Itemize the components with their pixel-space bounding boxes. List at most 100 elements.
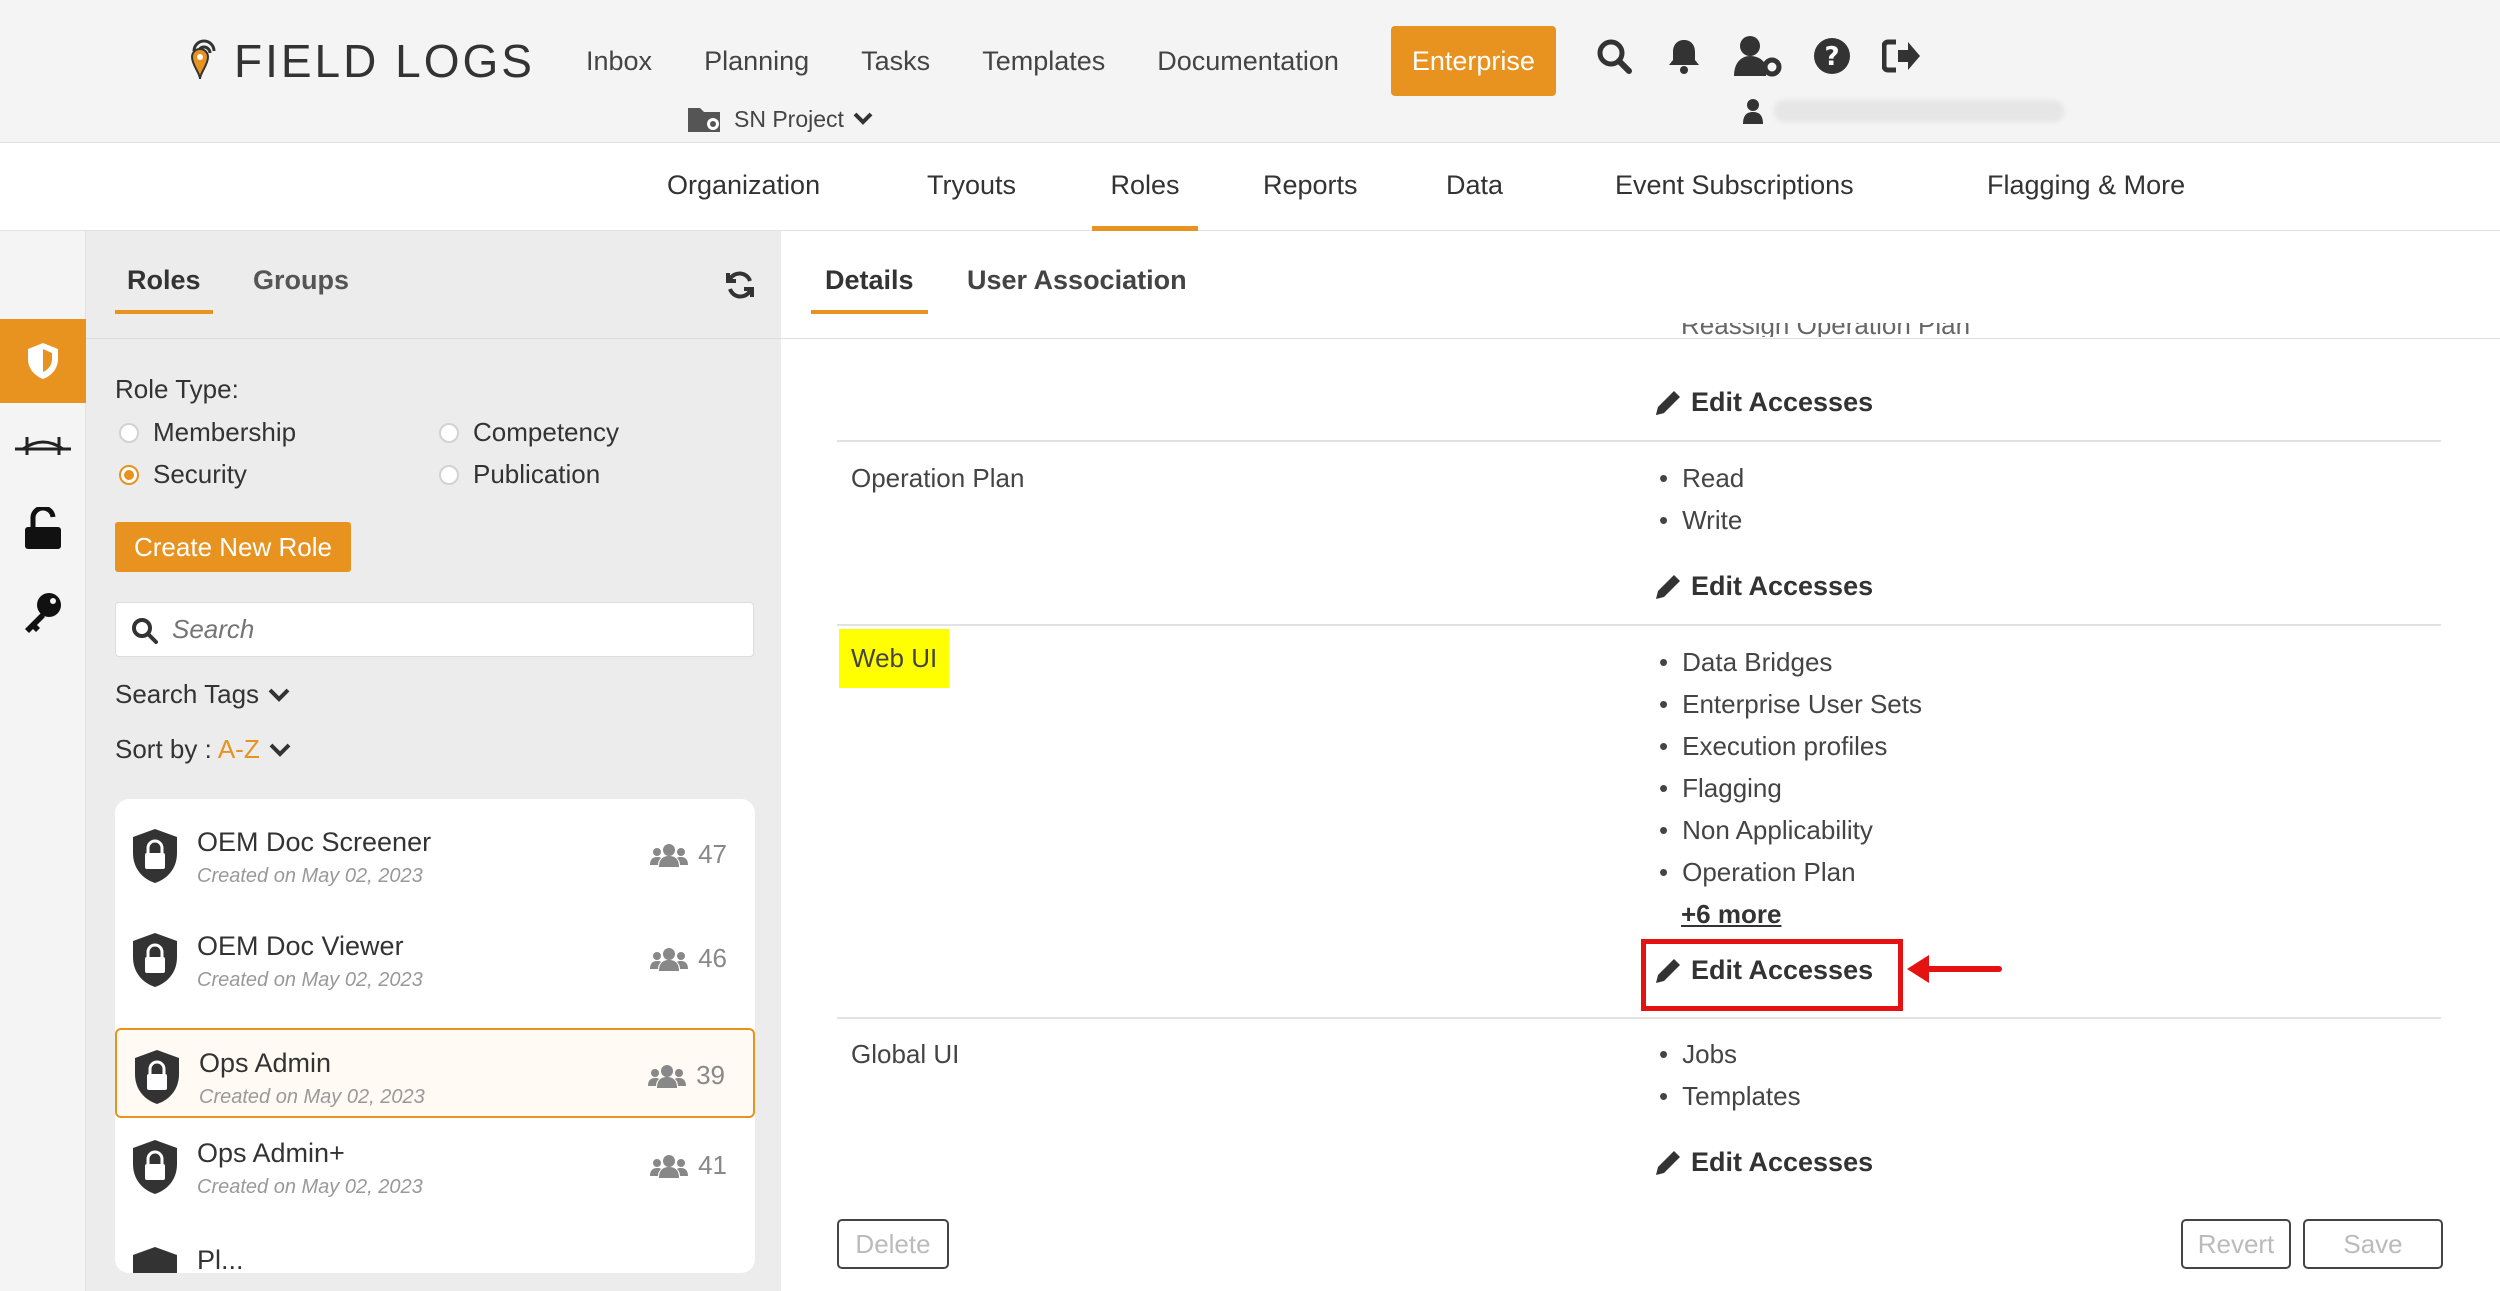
count-value: 41 (698, 1150, 727, 1180)
nav-inbox[interactable]: Inbox (586, 27, 652, 95)
radio-dot (439, 422, 459, 443)
role-name: Ops Admin (199, 1048, 332, 1078)
radio-label: Security (153, 459, 247, 489)
refresh-icon[interactable] (724, 269, 760, 305)
app-logo[interactable]: FIELD LOGS (180, 34, 535, 88)
bell-icon[interactable] (1662, 34, 1706, 78)
edit-label: Edit Accesses (1691, 571, 1874, 601)
role-name: OEM Doc Screener (197, 827, 432, 857)
search-tags-toggle[interactable]: Search Tags (115, 679, 291, 710)
subnav-tryouts[interactable]: Tryouts (927, 143, 1016, 231)
location-pin-icon (180, 35, 220, 87)
lock-shield-icon (129, 827, 181, 885)
users-icon (650, 1154, 689, 1178)
section-label: Operation Plan (851, 463, 1025, 493)
side-rail (0, 231, 86, 1291)
row-divider (837, 624, 2441, 626)
search-input[interactable] (172, 614, 732, 645)
role-date: Created on May 02, 2023 (197, 969, 423, 991)
radio-label: Publication (473, 459, 601, 489)
user-name-redacted (1774, 100, 2064, 122)
radio-membership[interactable]: Membership (119, 417, 296, 448)
user-settings-icon[interactable] (1732, 34, 1784, 78)
tab-details[interactable]: Details (811, 265, 928, 314)
roles-panel: Roles Groups Role Type: Membership Compe… (86, 231, 781, 1291)
rail-unlock[interactable] (0, 487, 86, 571)
lock-shield-icon (131, 1048, 183, 1106)
show-more-link[interactable]: +6 more (1681, 899, 1781, 930)
chevron-down-icon (852, 111, 874, 127)
count-value: 47 (698, 839, 727, 869)
subnav-reports[interactable]: Reports (1263, 143, 1358, 231)
rail-security[interactable] (0, 319, 86, 403)
unlock-icon (23, 507, 63, 551)
project-selector[interactable]: SN Project (686, 104, 874, 134)
nav-documentation[interactable]: Documentation (1157, 27, 1339, 95)
users-icon (650, 843, 689, 867)
nav-tasks[interactable]: Tasks (861, 27, 930, 95)
tab-groups[interactable]: Groups (253, 265, 349, 310)
lock-shield-icon (129, 1138, 181, 1196)
nav-planning[interactable]: Planning (704, 27, 809, 95)
nav-enterprise[interactable]: Enterprise (1390, 26, 1556, 96)
role-list-item-selected[interactable]: Ops Admin Created on May 02, 2023 39 (115, 1028, 755, 1118)
access-item: Operation Plan (1659, 857, 1855, 888)
highlight-box (1641, 939, 1903, 1011)
access-item: Read (1659, 463, 1744, 494)
search-icon[interactable] (1592, 34, 1636, 78)
role-list-item-partial[interactable]: Pl... (115, 1227, 755, 1273)
access-item-truncated: Reassign Operation Plan (1681, 323, 1970, 337)
sort-control[interactable]: Sort by : A-Z (115, 734, 292, 765)
subnav-roles[interactable]: Roles (1092, 143, 1198, 231)
access-item: Flagging (1659, 773, 1782, 804)
users-icon (650, 947, 689, 971)
access-item: Execution profiles (1659, 731, 1887, 762)
create-new-role-button[interactable]: Create New Role (115, 522, 351, 572)
role-list-item[interactable]: OEM Doc Screener Created on May 02, 2023… (115, 809, 755, 899)
rail-key[interactable] (0, 571, 86, 655)
edit-label: Edit Accesses (1691, 1147, 1874, 1177)
role-list-item[interactable]: OEM Doc Viewer Created on May 02, 2023 4… (115, 913, 755, 1003)
lock-shield-icon (129, 931, 181, 989)
current-user[interactable] (1742, 98, 2064, 124)
top-bar: FIELD LOGS Inbox Planning Tasks Template… (0, 0, 2500, 143)
role-list-item[interactable]: Ops Admin+ Created on May 02, 2023 41 (115, 1120, 755, 1210)
radio-publication[interactable]: Publication (439, 459, 600, 490)
pencil-icon (1653, 1148, 1683, 1178)
revert-button[interactable]: Revert (2181, 1219, 2291, 1269)
access-item: Enterprise User Sets (1659, 689, 1922, 720)
subnav-event-subscriptions[interactable]: Event Subscriptions (1615, 143, 1854, 231)
panel-tabs: Roles Groups (86, 231, 781, 339)
radio-dot-selected (119, 464, 139, 485)
edit-accesses-button[interactable]: Edit Accesses (1653, 387, 1873, 418)
delete-button[interactable]: Delete (837, 1219, 949, 1269)
count-value: 39 (696, 1060, 725, 1090)
edit-accesses-button[interactable]: Edit Accesses (1653, 571, 1873, 602)
lock-shield-icon (129, 1245, 181, 1273)
radio-competency[interactable]: Competency (439, 417, 619, 448)
nav-templates[interactable]: Templates (982, 27, 1105, 95)
radio-dot (439, 464, 459, 485)
sort-label: Sort by : (115, 734, 212, 764)
access-item: Write (1659, 505, 1742, 536)
role-details: Details User Association Reassign Operat… (781, 231, 2500, 1291)
search-box (115, 602, 754, 657)
detail-tabs: Details User Association (781, 231, 2500, 339)
tab-user-association[interactable]: User Association (953, 265, 1201, 310)
logout-icon[interactable] (1880, 34, 1924, 78)
role-date: Created on May 02, 2023 (197, 1176, 423, 1198)
role-name: OEM Doc Viewer (197, 931, 404, 961)
subnav-flagging-more[interactable]: Flagging & More (1987, 143, 2185, 231)
subnav-data[interactable]: Data (1446, 143, 1503, 231)
help-icon[interactable]: ? (1810, 34, 1854, 78)
rail-bridge[interactable] (0, 403, 86, 487)
subnav-organization[interactable]: Organization (667, 143, 820, 231)
edit-accesses-button[interactable]: Edit Accesses (1653, 1147, 1873, 1178)
save-button[interactable]: Save (2303, 1219, 2443, 1269)
radio-label: Competency (473, 417, 619, 447)
tab-roles[interactable]: Roles (115, 265, 213, 314)
count-value: 46 (698, 943, 727, 973)
user-icon (1742, 98, 1764, 124)
radio-security[interactable]: Security (119, 459, 247, 490)
section-label-highlighted: Web UI (839, 629, 950, 688)
